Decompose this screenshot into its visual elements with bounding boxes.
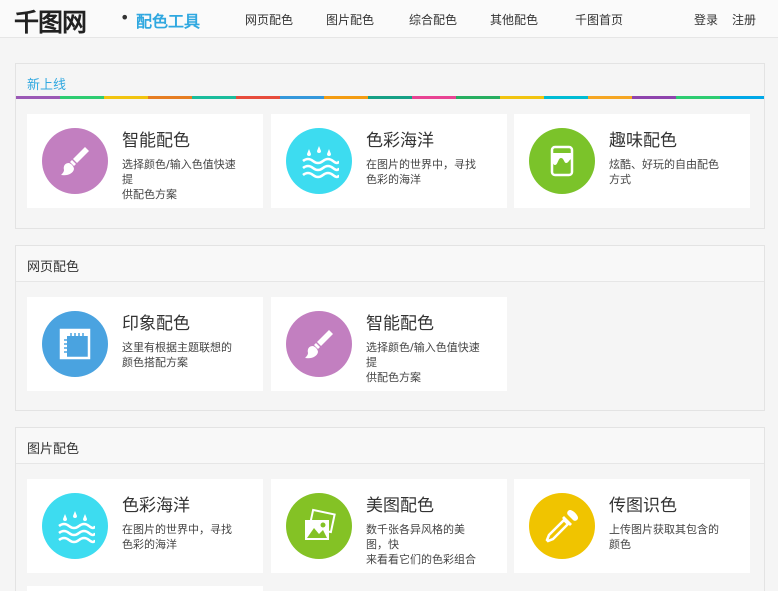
brush-icon bbox=[61, 147, 89, 176]
section-header: 图片配色 bbox=[16, 428, 764, 464]
card-title: 色彩海洋 bbox=[366, 131, 434, 151]
dropper-icon bbox=[545, 510, 578, 543]
section-header: 网页配色 bbox=[16, 246, 764, 282]
card-fun-color[interactable]: 趣味配色 炫酷、好玩的自由配色 方式 bbox=[514, 114, 750, 208]
rainbow-segment bbox=[368, 96, 412, 99]
section-new: 新上线 智能配色 选择颜色/输入色值快速 提 供配色方案 色彩海洋 在图片的世界… bbox=[15, 63, 765, 229]
card-impression-color[interactable]: 印象配色 这里有根据主题联想的 颜色搭配方案 bbox=[27, 297, 263, 391]
nav-item-web-colors[interactable]: 网页配色 bbox=[245, 11, 293, 28]
card-title: 传图识色 bbox=[609, 496, 677, 516]
card-smart-color[interactable]: 智能配色 选择颜色/输入色值快速 提 供配色方案 bbox=[27, 114, 263, 208]
circle-badge bbox=[529, 128, 595, 194]
circle-badge bbox=[42, 311, 108, 377]
card-title: 趣味配色 bbox=[609, 131, 677, 151]
rainbow-segment bbox=[324, 96, 368, 99]
section-image-colors: 图片配色 色彩海洋 在图片的世界中，寻找 色彩的海洋 美图配色 数千张各异风格的… bbox=[15, 427, 765, 591]
rainbow-segment bbox=[720, 96, 764, 99]
section-header: 新上线 bbox=[16, 64, 764, 100]
card-smart-color[interactable]: 智能配色 选择颜色/输入色值快速 提 供配色方案 bbox=[271, 297, 507, 391]
card-description: 上传图片获取其包含的 颜色 bbox=[609, 523, 719, 551]
card-title: 印象配色 bbox=[122, 314, 190, 334]
rainbow-segment bbox=[192, 96, 236, 99]
rainbow-segment bbox=[236, 96, 280, 99]
rainbow-segment bbox=[148, 96, 192, 99]
rainbow-segment bbox=[544, 96, 588, 99]
logo-separator-dot: • bbox=[120, 8, 130, 27]
rainbow-segment bbox=[104, 96, 148, 99]
circle-badge bbox=[529, 493, 595, 559]
nav-item-home[interactable]: 千图首页 bbox=[575, 11, 623, 28]
site-logo[interactable]: 千图网 bbox=[14, 3, 87, 39]
card-title: 智能配色 bbox=[122, 131, 190, 151]
card-description: 炫酷、好玩的自由配色 方式 bbox=[609, 158, 719, 186]
rainbow-segment bbox=[500, 96, 544, 99]
card-title: 色彩海洋 bbox=[122, 496, 190, 516]
card-photo-color[interactable]: 美图配色 数千张各异风格的美 图，快 来看看它们的色彩组合 bbox=[271, 479, 507, 573]
card-upload-recognize[interactable]: 传图识色 上传图片获取其包含的 颜色 bbox=[514, 479, 750, 573]
circle-badge bbox=[286, 493, 352, 559]
section-title: 新上线 bbox=[27, 78, 67, 93]
rainbow-segment bbox=[676, 96, 720, 99]
rainbow-segment bbox=[16, 96, 60, 99]
waves-icon bbox=[58, 511, 95, 544]
paint-bucket-icon bbox=[550, 145, 574, 177]
brush-icon bbox=[305, 330, 333, 359]
circle-badge bbox=[286, 128, 352, 194]
card-description: 选择颜色/输入色值快速 提 供配色方案 bbox=[366, 341, 480, 384]
circle-badge bbox=[286, 311, 352, 377]
card-description: 数千张各异风格的美 图，快 来看看它们的色彩组合 bbox=[366, 523, 476, 566]
circle-badge bbox=[42, 493, 108, 559]
card-partial[interactable] bbox=[27, 586, 263, 591]
waves-icon bbox=[302, 146, 339, 179]
nav-item-general-colors[interactable]: 综合配色 bbox=[409, 11, 457, 28]
card-color-ocean[interactable]: 色彩海洋 在图片的世界中，寻找 色彩的海洋 bbox=[27, 479, 263, 573]
ruler-icon bbox=[59, 328, 91, 360]
section-web-colors: 网页配色 印象配色 这里有根据主题联想的 颜色搭配方案 智能配色 选择颜色/输入… bbox=[15, 245, 765, 411]
card-description: 选择颜色/输入色值快速 提 供配色方案 bbox=[122, 158, 236, 201]
card-title: 美图配色 bbox=[366, 496, 434, 516]
pictures-icon bbox=[305, 508, 336, 540]
rainbow-divider bbox=[16, 96, 764, 99]
login-link[interactable]: 登录 bbox=[694, 11, 718, 28]
section-title: 网页配色 bbox=[27, 260, 80, 275]
card-description: 在图片的世界中，寻找 色彩的海洋 bbox=[366, 158, 476, 186]
nav-item-image-colors[interactable]: 图片配色 bbox=[326, 11, 374, 28]
card-title: 智能配色 bbox=[366, 314, 434, 334]
nav-item-other-colors[interactable]: 其他配色 bbox=[490, 11, 538, 28]
rainbow-segment bbox=[456, 96, 500, 99]
rainbow-segment bbox=[60, 96, 104, 99]
card-description: 这里有根据主题联想的 颜色搭配方案 bbox=[122, 341, 232, 369]
rainbow-segment bbox=[280, 96, 324, 99]
card-color-ocean[interactable]: 色彩海洋 在图片的世界中，寻找 色彩的海洋 bbox=[271, 114, 507, 208]
card-description: 在图片的世界中，寻找 色彩的海洋 bbox=[122, 523, 232, 551]
section-title: 图片配色 bbox=[27, 442, 80, 457]
register-link[interactable]: 注册 bbox=[732, 11, 756, 28]
rainbow-segment bbox=[632, 96, 676, 99]
tool-name[interactable]: 配色工具 bbox=[136, 8, 200, 32]
rainbow-segment bbox=[588, 96, 632, 99]
circle-badge bbox=[42, 128, 108, 194]
top-bar: 千图网 • 配色工具 网页配色 图片配色 综合配色 其他配色 千图首页 登录 注… bbox=[0, 0, 778, 38]
rainbow-segment bbox=[412, 96, 456, 99]
